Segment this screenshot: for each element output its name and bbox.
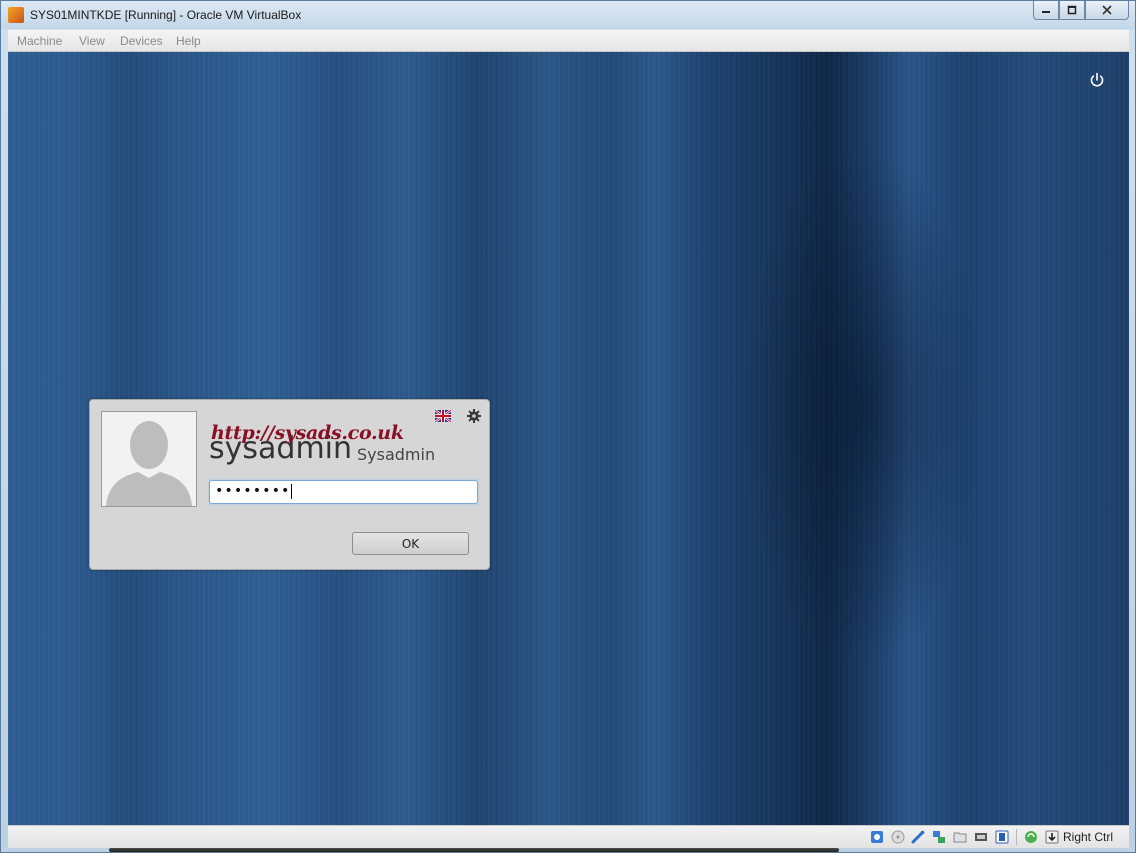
- guest-additions-icon[interactable]: [1024, 830, 1038, 844]
- window-title: SYS01MINTKDE [Running] - Oracle VM Virtu…: [30, 8, 302, 22]
- ok-button[interactable]: OK: [352, 532, 469, 555]
- maximize-button[interactable]: [1059, 1, 1085, 20]
- uk-flag-icon[interactable]: [435, 410, 451, 422]
- text-caret: [291, 483, 293, 499]
- close-icon: [1102, 5, 1112, 15]
- host-key-label: Right Ctrl: [1063, 830, 1114, 844]
- user-avatar: [101, 411, 197, 507]
- menu-view[interactable]: View: [79, 34, 105, 48]
- login-dialog: http://sysads.co.uk sysadmin Sysadmin ••…: [89, 399, 490, 570]
- title-bar[interactable]: SYS01MINTKDE [Running] - Oracle VM Virtu…: [1, 1, 1135, 29]
- status-separator: [1016, 829, 1017, 845]
- minimize-icon: [1042, 11, 1050, 13]
- virtualbox-window: SYS01MINTKDE [Running] - Oracle VM Virtu…: [0, 0, 1136, 853]
- password-masked-value: ••••••••: [215, 483, 291, 499]
- menu-bar: Machine View Devices Help: [8, 30, 1129, 52]
- virtualbox-icon: [8, 7, 24, 23]
- usb-icon[interactable]: [911, 830, 925, 844]
- optical-drive-icon[interactable]: [891, 830, 905, 844]
- video-capture-icon[interactable]: [974, 830, 988, 844]
- shared-folders-icon[interactable]: [953, 830, 967, 844]
- password-field[interactable]: ••••••••: [209, 480, 478, 504]
- real-name-label: Sysadmin: [357, 445, 436, 464]
- window-bottom-strip: [109, 848, 839, 852]
- menu-machine[interactable]: Machine: [17, 34, 62, 48]
- avatar-silhouette-icon: [106, 421, 192, 506]
- watermark-text: http://sysads.co.uk: [211, 422, 404, 444]
- power-icon[interactable]: [1089, 72, 1105, 88]
- network-icon[interactable]: [932, 830, 946, 844]
- status-bar: Right Ctrl: [8, 825, 1129, 848]
- gear-icon[interactable]: [467, 409, 481, 423]
- menu-devices[interactable]: Devices: [120, 34, 163, 48]
- vm-display[interactable]: http://sysads.co.uk sysadmin Sysadmin ••…: [8, 52, 1129, 825]
- mouse-integration-icon[interactable]: [1045, 830, 1059, 844]
- menu-help[interactable]: Help: [176, 34, 201, 48]
- minimize-button[interactable]: [1033, 1, 1059, 20]
- maximize-icon: [1067, 5, 1077, 15]
- display-icon[interactable]: [995, 830, 1009, 844]
- close-button[interactable]: [1085, 1, 1129, 20]
- hard-disk-icon[interactable]: [870, 830, 884, 844]
